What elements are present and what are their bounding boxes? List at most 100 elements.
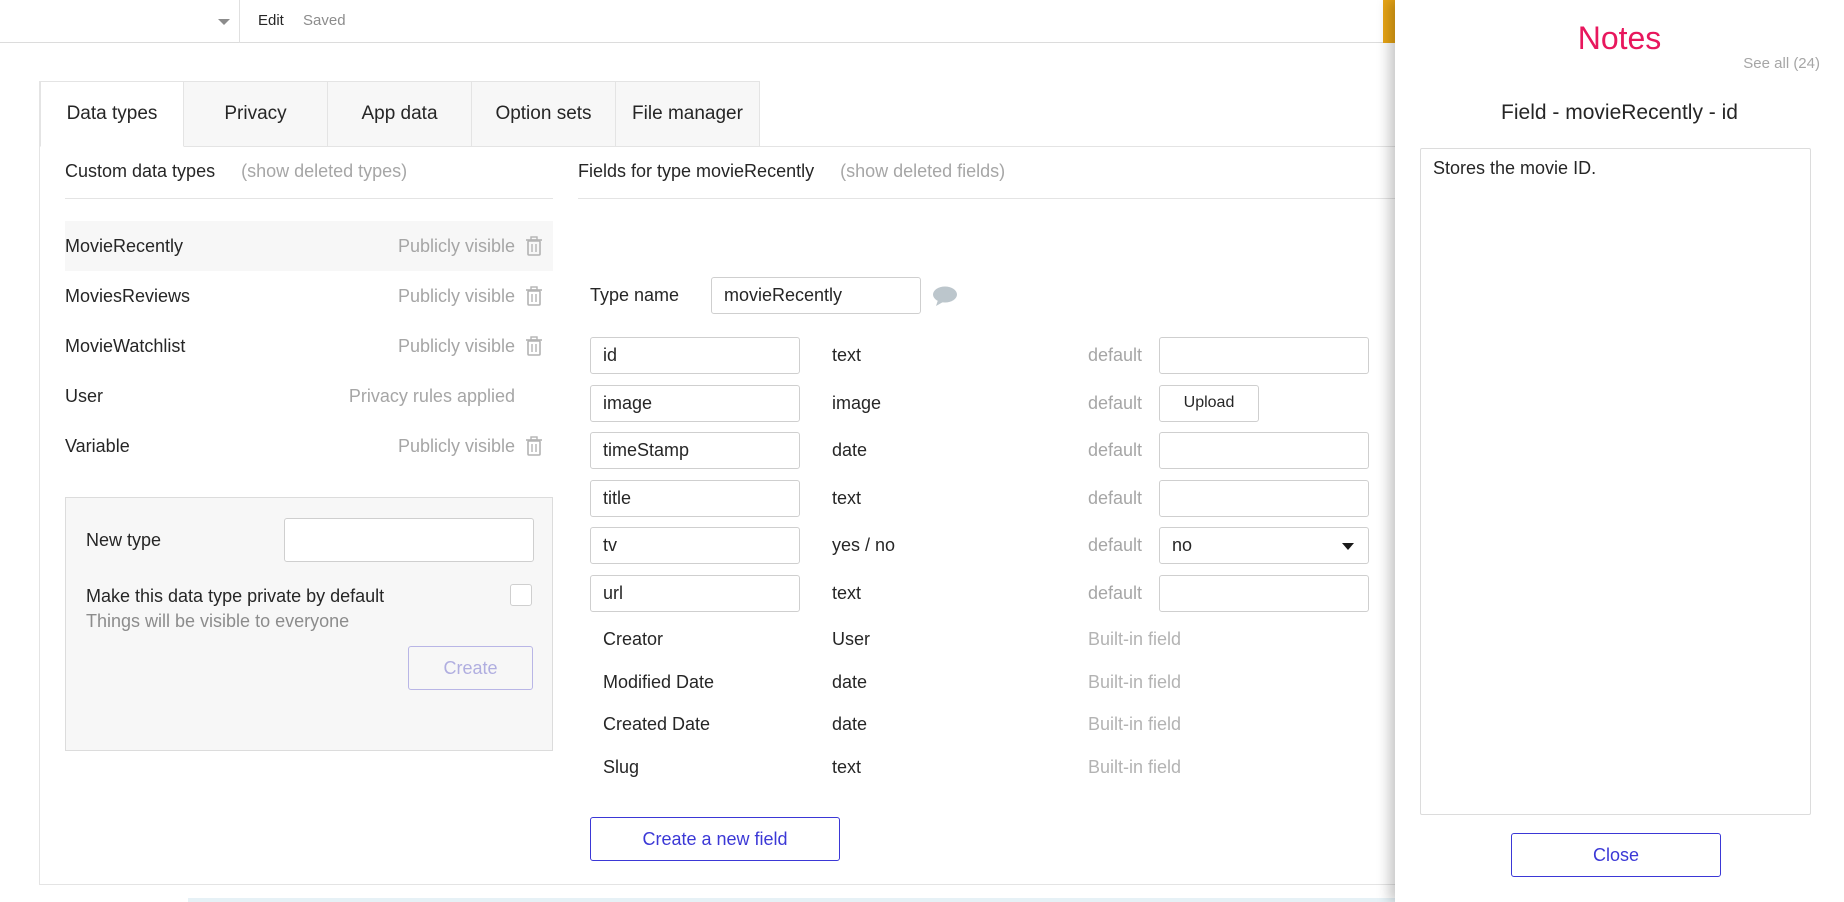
custom-types-header: Custom data types (show deleted types) [65, 161, 553, 199]
type-list: MovieRecently Publicly visible MoviesRev… [65, 221, 553, 471]
show-deleted-fields-link[interactable]: (show deleted fields) [840, 161, 1005, 181]
close-notes-button[interactable]: Close [1511, 833, 1721, 877]
field-type: text [832, 345, 862, 365]
private-default-label: Make this data type private by default [86, 586, 385, 606]
type-row-variable[interactable]: Variable Publicly visible [65, 421, 553, 471]
upload-button[interactable]: Upload [1159, 384, 1259, 422]
builtin-label: Built-in field [1088, 756, 1182, 777]
type-visibility[interactable]: Publicly visible [398, 336, 515, 357]
type-row-movierecently[interactable]: MovieRecently Publicly visible [65, 221, 553, 271]
builtin-row-modified-date: Modified Date date Built-in field [590, 666, 1370, 709]
saved-status: Saved [303, 12, 346, 29]
builtin-name: Creator [603, 629, 664, 649]
field-type: text [832, 582, 862, 603]
type-name: User [65, 385, 104, 406]
field-name-input[interactable]: url [590, 574, 800, 612]
create-type-button[interactable]: Create [408, 646, 533, 690]
field-default-input[interactable] [1159, 479, 1369, 517]
tab-option-sets[interactable]: Option sets [472, 81, 616, 147]
field-default-input[interactable] [1159, 337, 1369, 374]
builtin-type: User [832, 629, 871, 649]
builtin-name: Slug [603, 756, 640, 777]
type-name-input[interactable]: movieRecently [711, 277, 921, 314]
type-visibility[interactable]: Publicly visible [398, 236, 515, 257]
type-row-moviewatchlist[interactable]: MovieWatchlist Publicly visible [65, 321, 553, 371]
type-name-label: Type name [590, 285, 680, 305]
field-row-title: title text default [590, 479, 1370, 528]
trash-icon[interactable] [525, 286, 543, 306]
field-row-id: id text default [590, 337, 1370, 385]
note-field-title: Field - movieRecently - id [1501, 101, 1738, 124]
new-type-label: New type [86, 530, 162, 550]
main-area: Data types Privacy App data Option sets … [0, 43, 1400, 902]
type-visibility[interactable]: Publicly visible [398, 286, 515, 307]
new-type-input[interactable] [284, 518, 534, 562]
fields-title: Fields for type movieRecently [578, 161, 815, 181]
field-default-label: default [1088, 487, 1143, 508]
field-default-label: default [1088, 535, 1143, 555]
tab-data-types[interactable]: Data types [40, 81, 184, 147]
type-row-moviesreviews[interactable]: MoviesReviews Publicly visible [65, 271, 553, 321]
type-name: MoviesReviews [65, 285, 191, 306]
topbar-divider [239, 0, 240, 43]
notes-title: Notes [1577, 20, 1662, 56]
field-default-select[interactable]: no [1159, 527, 1369, 564]
type-row-user[interactable]: User Privacy rules applied [65, 371, 553, 421]
trash-icon[interactable] [525, 336, 543, 356]
private-default-checkbox[interactable] [510, 584, 532, 606]
builtin-label: Built-in field [1088, 714, 1182, 734]
tab-privacy[interactable]: Privacy [184, 81, 328, 147]
tab-app-data[interactable]: App data [328, 81, 472, 147]
builtin-name: Created Date [603, 714, 711, 734]
field-name-input[interactable]: timeStamp [590, 432, 800, 469]
field-row-image: image image default Upload [590, 384, 1370, 433]
field-default-input[interactable] [1159, 574, 1369, 612]
trash-icon[interactable] [525, 436, 543, 456]
field-default-label: default [1088, 440, 1143, 460]
field-default-input[interactable] [1159, 432, 1369, 469]
field-type: date [832, 440, 868, 460]
create-new-field-button[interactable]: Create a new field [590, 817, 840, 861]
field-row-timestamp: timeStamp date default [590, 432, 1370, 480]
show-deleted-types-link[interactable]: (show deleted types) [241, 161, 407, 181]
builtin-type: text [832, 756, 862, 777]
field-list: id text default image image default Uplo… [590, 337, 1370, 622]
see-all-notes-link[interactable]: See all (24) [1743, 55, 1820, 72]
notes-panel: Notes See all (24) Field - movieRecently… [1395, 0, 1844, 902]
field-default-label: default [1088, 345, 1143, 365]
chevron-down-icon [1342, 543, 1354, 550]
builtin-row-created-date: Created Date date Built-in field [590, 708, 1370, 751]
field-type: text [832, 487, 862, 508]
tab-file-manager[interactable]: File manager [616, 81, 760, 147]
new-type-panel: New type Make this data type private by … [65, 497, 553, 751]
fields-header: Fields for type movieRecently (show delet… [578, 161, 1400, 199]
comment-icon[interactable] [932, 285, 958, 307]
private-default-hint: Things will be visible to everyone [86, 611, 350, 631]
field-default-label: default [1088, 582, 1143, 603]
field-name-input[interactable]: tv [590, 527, 800, 564]
builtin-row-creator: Creator User Built-in field [590, 623, 1370, 666]
field-type: image [832, 392, 882, 413]
type-name: MovieRecently [65, 235, 184, 256]
field-name-input[interactable]: id [590, 337, 800, 374]
builtin-label: Built-in field [1088, 671, 1182, 692]
builtin-field-list: Creator User Built-in field Modified Dat… [590, 623, 1370, 793]
trash-icon[interactable] [525, 236, 543, 256]
edit-label[interactable]: Edit [258, 12, 284, 29]
page-dropdown-caret-icon[interactable] [218, 19, 230, 25]
field-name-input[interactable]: image [590, 384, 800, 422]
field-name-input[interactable]: title [590, 479, 800, 517]
data-tabs: Data types Privacy App data Option sets … [40, 81, 760, 147]
type-visibility[interactable]: Publicly visible [398, 436, 515, 457]
field-row-url: url text default [590, 574, 1370, 623]
builtin-name: Modified Date [603, 671, 715, 692]
tabs-divider [756, 146, 1400, 147]
select-value: no [1172, 535, 1193, 555]
type-name: MovieWatchlist [65, 335, 186, 356]
type-visibility[interactable]: Privacy rules applied [349, 386, 515, 407]
field-default-label: default [1088, 392, 1143, 413]
bottom-strip [188, 898, 1400, 902]
builtin-type: date [832, 714, 868, 734]
note-textarea[interactable]: Stores the movie ID. [1420, 148, 1811, 815]
field-row-tv: tv yes / no default no [590, 527, 1370, 575]
